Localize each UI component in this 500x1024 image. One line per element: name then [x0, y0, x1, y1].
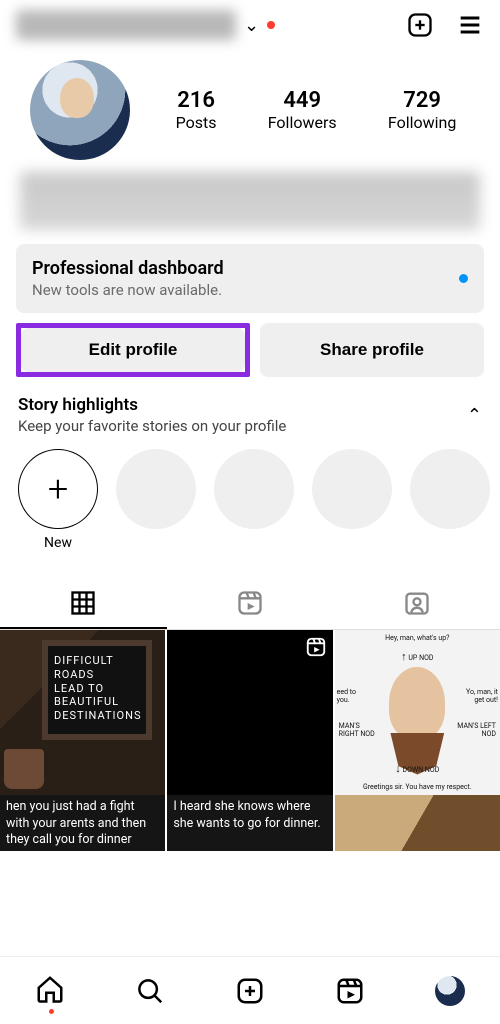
reels-nav-icon[interactable] [335, 976, 365, 1006]
posts-grid-row2: hen you just had a fight with your arent… [0, 795, 500, 851]
highlight-new[interactable]: + New [18, 449, 98, 551]
highlights-subtitle: Keep your favorite stories on your profi… [18, 417, 286, 435]
tagged-icon [403, 589, 431, 617]
highlights-row: + New [18, 449, 482, 551]
tab-tagged[interactable] [333, 579, 500, 629]
tab-grid[interactable] [0, 579, 167, 629]
following-count: 729 [388, 88, 456, 113]
menu-icon[interactable] [456, 11, 484, 39]
posts-grid: DIFFICULT ROADS LEAD TO BEAUTIFUL DESTIN… [0, 630, 500, 795]
tab-reels[interactable] [167, 579, 334, 629]
followers-count: 449 [268, 88, 337, 113]
create-icon[interactable] [235, 976, 265, 1006]
highlight-placeholder[interactable] [116, 449, 196, 529]
dashboard-subtitle: New tools are now available. [32, 281, 224, 299]
content-tabs [0, 579, 500, 630]
header-actions [406, 11, 484, 39]
notification-dot [267, 21, 275, 29]
profile-buttons-row: Edit profile Share profile [0, 323, 500, 377]
stats-row: 216 Posts 449 Followers 729 Following [150, 88, 482, 132]
grid-icon [69, 589, 97, 617]
highlight-placeholder[interactable] [312, 449, 392, 529]
username-switcher[interactable]: ⌄ [16, 10, 394, 40]
post-thumbnail[interactable]: DIFFICULT ROADS LEAD TO BEAUTIFUL DESTIN… [0, 630, 165, 795]
post-thumbnail[interactable]: hen you just had a fight with your arent… [0, 795, 165, 851]
dashboard-title: Professional dashboard [32, 258, 224, 279]
stat-following[interactable]: 729 Following [388, 88, 456, 132]
post-text: DIFFICULT ROADS LEAD TO BEAUTIFUL DESTIN… [42, 640, 152, 740]
stat-followers[interactable]: 449 Followers [268, 88, 337, 132]
followers-label: Followers [268, 113, 337, 132]
profile-header: ⌄ [0, 0, 500, 46]
home-icon[interactable] [35, 974, 65, 1004]
professional-dashboard-card[interactable]: Professional dashboard New tools are now… [16, 244, 484, 313]
stat-posts[interactable]: 216 Posts [176, 88, 217, 132]
posts-count: 216 [176, 88, 217, 113]
chevron-up-icon[interactable]: ⌃ [467, 405, 482, 426]
username-blurred [16, 10, 236, 40]
highlights-title: Story highlights [18, 395, 286, 415]
reels-icon [305, 636, 327, 658]
post-text: hen you just had a fight with your arent… [6, 799, 159, 848]
home-notification-dot [49, 1009, 54, 1014]
chevron-down-icon: ⌄ [244, 15, 259, 36]
dashboard-indicator-dot [459, 274, 468, 283]
edit-profile-button[interactable]: Edit profile [21, 328, 245, 372]
avatar[interactable] [30, 60, 130, 160]
post-thumbnail[interactable]: Hey, man, what's up? ↑ UP NOD eed to you… [335, 630, 500, 795]
search-icon[interactable] [135, 976, 165, 1006]
story-highlights-section: Story highlights Keep your favorite stor… [0, 395, 500, 561]
bio-section [0, 166, 500, 234]
bio-blurred [20, 172, 480, 230]
highlight-new-label: New [18, 535, 98, 551]
following-label: Following [388, 113, 456, 132]
share-profile-button[interactable]: Share profile [260, 323, 484, 377]
post-thumbnail[interactable] [335, 795, 500, 851]
highlight-placeholder[interactable] [214, 449, 294, 529]
profile-nav-avatar[interactable] [435, 976, 465, 1006]
highlight-placeholder[interactable] [410, 449, 490, 529]
post-thumbnail[interactable] [167, 630, 332, 795]
reels-icon [236, 589, 264, 617]
add-post-icon[interactable] [406, 11, 434, 39]
post-thumbnail[interactable]: I heard she knows where she wants to go … [167, 795, 332, 851]
post-text: I heard she knows where she wants to go … [173, 799, 326, 832]
posts-label: Posts [176, 113, 217, 132]
bottom-nav [0, 956, 500, 1024]
profile-info: 216 Posts 449 Followers 729 Following [0, 46, 500, 166]
